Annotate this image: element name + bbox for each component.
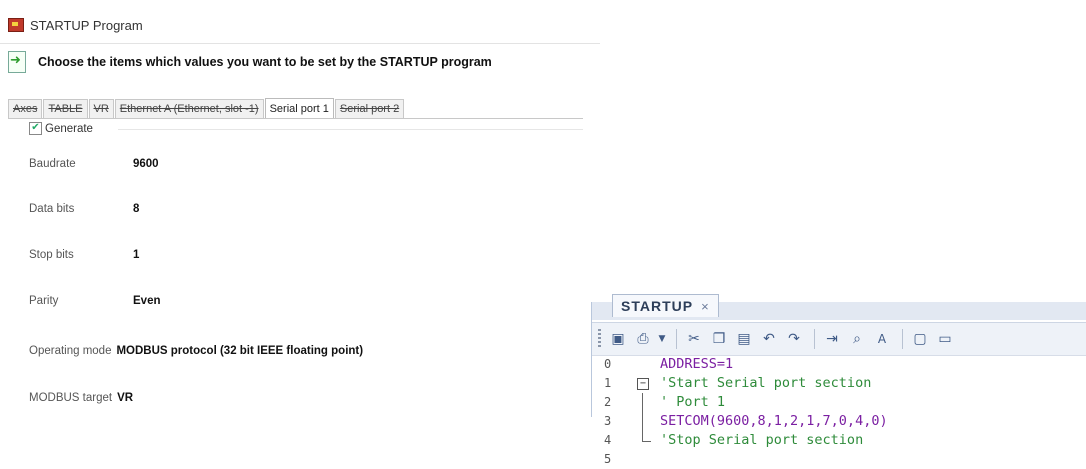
code-line: 2 ' Port 1 bbox=[592, 393, 1086, 412]
code-text[interactable]: 'Start Serial port section bbox=[660, 374, 871, 393]
undo-icon[interactable]: ↶ bbox=[758, 328, 780, 350]
line-number: 0 bbox=[604, 357, 612, 371]
field-baudrate: Baudrate 9600 bbox=[29, 158, 159, 170]
code-area[interactable]: 0 ADDRESS=1 1 − 'Start Serial port secti… bbox=[592, 355, 1086, 469]
field-label: Stop bits bbox=[29, 249, 74, 261]
line-number: 3 bbox=[604, 414, 612, 428]
field-value[interactable]: Even bbox=[133, 295, 161, 307]
code-line: 4 'Stop Serial port section bbox=[592, 431, 1086, 450]
fold-gutter bbox=[632, 355, 660, 374]
print-icon[interactable]: ⎙ bbox=[632, 328, 654, 350]
line-number: 1 bbox=[604, 376, 612, 390]
code-line: 5 bbox=[592, 450, 1086, 469]
find-icon[interactable]: ⌕ bbox=[846, 328, 868, 350]
title-divider bbox=[0, 43, 600, 44]
close-icon[interactable]: × bbox=[701, 299, 710, 314]
field-parity: Parity Even bbox=[29, 295, 161, 307]
fold-end bbox=[642, 431, 651, 442]
group-frame-line bbox=[118, 129, 583, 130]
field-stop-bits: Stop bits 1 bbox=[29, 249, 139, 261]
field-data-bits: Data bits 8 bbox=[29, 203, 139, 215]
field-value[interactable]: MODBUS protocol (32 bit IEEE floating po… bbox=[116, 345, 363, 357]
tab-table[interactable]: TABLE bbox=[43, 99, 88, 118]
code-editor-panel: STARTUP × ▣ ⎙ ▼ ✂ ❐ ▤ ↶ ↷ ⇥ ⌕ A ▢ ▭ 0 ADD… bbox=[591, 294, 1086, 466]
startup-program-dialog: STARTUP Program Choose the items which v… bbox=[0, 0, 600, 417]
line-number: 4 bbox=[604, 433, 612, 447]
fold-gutter bbox=[632, 412, 660, 431]
toolbar-separator bbox=[902, 329, 903, 349]
tab-serial-port-1[interactable]: Serial port 1 bbox=[264, 98, 334, 119]
field-label: Baudrate bbox=[29, 158, 76, 170]
window-icon[interactable]: ▢ bbox=[909, 328, 931, 350]
fold-gutter bbox=[632, 393, 660, 412]
tab-divider bbox=[8, 118, 583, 119]
tab-serial-port-2[interactable]: Serial port 2 bbox=[334, 99, 405, 118]
fold-gutter: − bbox=[632, 374, 660, 393]
code-text[interactable]: ADDRESS=1 bbox=[660, 355, 733, 374]
field-value[interactable]: VR bbox=[117, 392, 133, 404]
fold-line bbox=[642, 393, 643, 412]
fold-gutter bbox=[632, 450, 660, 469]
field-label: Parity bbox=[29, 295, 59, 307]
generate-checkbox[interactable]: ✔ bbox=[29, 122, 42, 135]
toolbar-separator bbox=[676, 329, 677, 349]
indent-icon[interactable]: ⇥ bbox=[821, 328, 843, 350]
fold-line bbox=[642, 412, 643, 431]
collapse-icon[interactable]: − bbox=[637, 378, 649, 390]
editor-tab-bar: STARTUP × bbox=[592, 294, 1086, 320]
dropdown-icon[interactable]: ▼ bbox=[657, 328, 667, 350]
paste-icon[interactable]: ▤ bbox=[733, 328, 755, 350]
fold-gutter bbox=[632, 431, 660, 450]
dialog-header: Choose the items which values you want t… bbox=[8, 48, 598, 76]
code-text[interactable]: ' Port 1 bbox=[660, 393, 725, 412]
editor-toolbar: ▣ ⎙ ▼ ✂ ❐ ▤ ↶ ↷ ⇥ ⌕ A ▢ ▭ bbox=[592, 322, 1086, 356]
copy-icon[interactable]: ❐ bbox=[708, 328, 730, 350]
code-line: 3 SETCOM(9600,8,1,2,1,7,0,4,0) bbox=[592, 412, 1086, 431]
comment-icon[interactable]: ▭ bbox=[934, 328, 956, 350]
tab-axes[interactable]: Axes bbox=[8, 99, 43, 118]
font-icon[interactable]: A bbox=[871, 328, 893, 350]
field-value[interactable]: 9600 bbox=[133, 158, 159, 170]
dialog-title: STARTUP Program bbox=[30, 17, 143, 33]
code-text[interactable]: 'Stop Serial port section bbox=[660, 431, 863, 450]
code-line: 1 − 'Start Serial port section bbox=[592, 374, 1086, 393]
line-number: 2 bbox=[604, 395, 612, 409]
code-text[interactable]: SETCOM(9600,8,1,2,1,7,0,4,0) bbox=[660, 412, 888, 431]
save-icon[interactable]: ▣ bbox=[607, 328, 629, 350]
field-value[interactable]: 1 bbox=[133, 249, 139, 261]
line-number: 5 bbox=[604, 452, 612, 466]
redo-icon[interactable]: ↷ bbox=[783, 328, 805, 350]
field-modbus-target: MODBUS target VR bbox=[29, 392, 133, 404]
editor-tab-startup[interactable]: STARTUP × bbox=[612, 294, 719, 317]
app-icon bbox=[8, 18, 24, 32]
field-label: Data bits bbox=[29, 203, 75, 215]
field-label: MODBUS target bbox=[29, 392, 113, 404]
tab-ethernet-a[interactable]: Ethernet A (Ethernet, slot -1) bbox=[114, 99, 264, 118]
code-line: 0 ADDRESS=1 bbox=[592, 355, 1086, 374]
field-value[interactable]: 8 bbox=[133, 203, 139, 215]
toolbar-grip[interactable] bbox=[598, 329, 601, 349]
toolbar-separator bbox=[814, 329, 815, 349]
editor-tab-title: STARTUP bbox=[621, 298, 694, 314]
field-operating-mode: Operating mode MODBUS protocol (32 bit I… bbox=[29, 345, 363, 357]
dialog-titlebar: STARTUP Program bbox=[8, 14, 143, 36]
tab-strip: Axes TABLE VR Ethernet A (Ethernet, slot… bbox=[8, 97, 405, 119]
import-arrow-icon bbox=[8, 51, 26, 73]
cut-icon[interactable]: ✂ bbox=[683, 328, 705, 350]
generate-checkbox-row[interactable]: ✔ Generate bbox=[29, 122, 93, 135]
generate-label: Generate bbox=[45, 122, 93, 135]
field-label: Operating mode bbox=[29, 345, 112, 357]
tab-vr[interactable]: VR bbox=[88, 99, 114, 118]
header-text: Choose the items which values you want t… bbox=[38, 55, 492, 69]
